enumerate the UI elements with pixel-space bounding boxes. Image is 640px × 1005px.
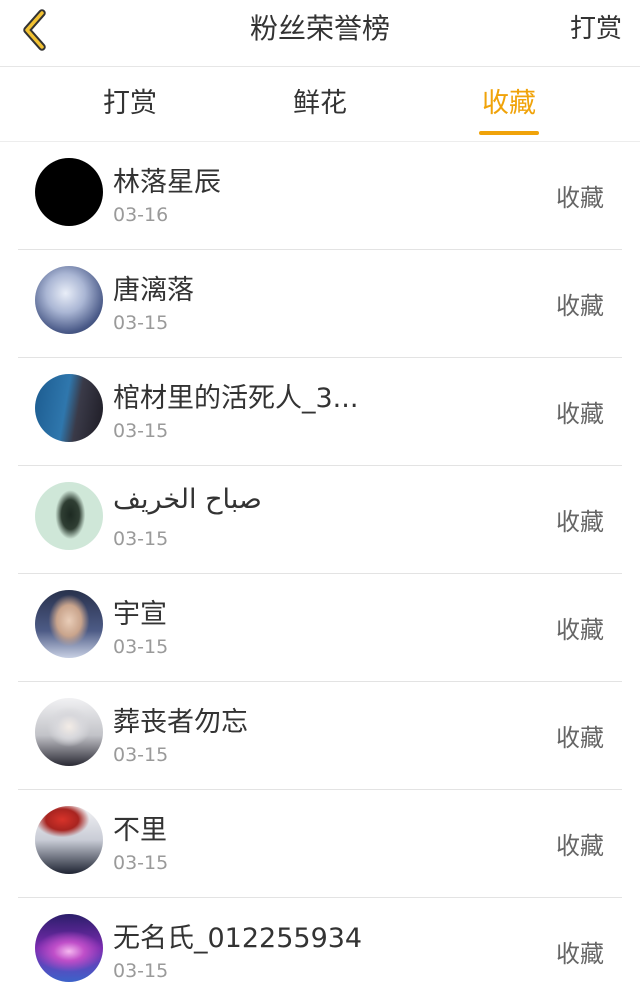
- fan-date: 03-15: [113, 420, 169, 442]
- tab-bar: 打赏 鲜花 收藏: [0, 67, 640, 142]
- fan-date: 03-15: [113, 852, 169, 874]
- list-item[interactable]: 唐漓落 03-15 收藏: [18, 250, 622, 358]
- action-label: 收藏: [556, 724, 604, 752]
- list-item[interactable]: 棺材里的活死人_3... 03-15 收藏: [18, 358, 622, 466]
- list-item[interactable]: 葬丧者勿忘 03-15 收藏: [18, 682, 622, 790]
- tab-label: 鲜花: [293, 88, 347, 119]
- list-item[interactable]: 无名氏_012255934 03-15 收藏: [18, 898, 622, 1005]
- fan-name: صباح الخريف: [113, 484, 262, 515]
- header-bar: 粉丝荣誉榜 打赏: [0, 0, 640, 67]
- tab-reward[interactable]: 打赏: [70, 67, 190, 141]
- avatar: [35, 914, 103, 982]
- avatar: [35, 266, 103, 334]
- list-item[interactable]: صباح الخريف 03-15 收藏: [18, 466, 622, 574]
- list-item[interactable]: 不里 03-15 收藏: [18, 790, 622, 898]
- list-item[interactable]: 林落星辰 03-16 收藏: [18, 142, 622, 250]
- active-tab-indicator: [479, 131, 539, 135]
- fan-name: 林落星辰: [113, 167, 221, 198]
- action-label: 收藏: [556, 292, 604, 320]
- fan-date: 03-15: [113, 960, 169, 982]
- tab-label: 收藏: [482, 88, 536, 119]
- tab-label: 打赏: [103, 88, 157, 119]
- avatar: [35, 590, 103, 658]
- fan-list: 林落星辰 03-16 收藏 唐漓落 03-15 收藏 棺材里的活死人_3... …: [18, 142, 622, 1005]
- avatar: [35, 374, 103, 442]
- fan-name: 棺材里的活死人_3...: [113, 383, 359, 414]
- fan-name: 葬丧者勿忘: [113, 707, 248, 738]
- fan-date: 03-15: [113, 744, 169, 766]
- fan-name: 无名氏_012255934: [113, 923, 363, 954]
- tab-collect[interactable]: 收藏: [449, 67, 569, 141]
- avatar: [35, 482, 103, 550]
- page-title: 粉丝荣誉榜: [249, 12, 390, 45]
- fan-date: 03-15: [113, 312, 169, 334]
- action-label: 收藏: [556, 832, 604, 860]
- back-button[interactable]: [14, 8, 58, 52]
- action-label: 收藏: [556, 940, 604, 968]
- list-item[interactable]: 宇宣 03-15 收藏: [18, 574, 622, 682]
- chevron-left-icon: [23, 9, 46, 51]
- action-label: 收藏: [556, 184, 604, 212]
- action-label: 收藏: [556, 400, 604, 428]
- avatar: [35, 158, 103, 226]
- fan-date: 03-16: [113, 204, 169, 226]
- fan-date: 03-15: [113, 636, 169, 658]
- fan-date: 03-15: [113, 528, 169, 550]
- fan-name: 唐漓落: [113, 275, 194, 306]
- reward-link[interactable]: 打赏: [570, 0, 622, 58]
- action-label: 收藏: [556, 508, 604, 536]
- tab-flowers[interactable]: 鲜花: [260, 67, 380, 141]
- action-label: 收藏: [556, 616, 604, 644]
- avatar: [35, 698, 103, 766]
- fan-name: 不里: [113, 815, 167, 846]
- avatar: [35, 806, 103, 874]
- fan-name: 宇宣: [113, 599, 167, 630]
